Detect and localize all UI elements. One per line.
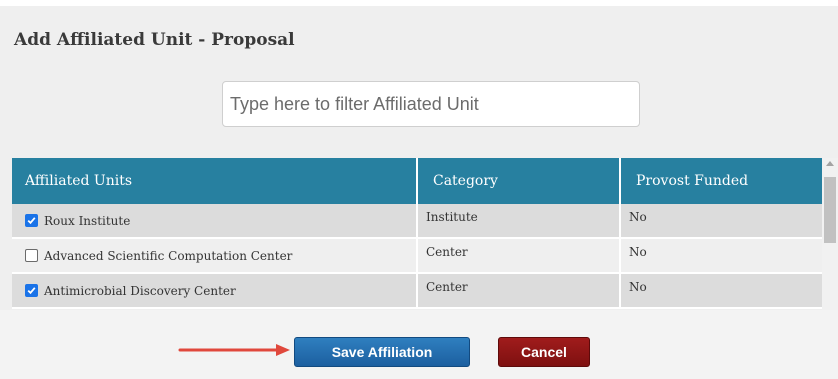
provost-funded-cell: No xyxy=(620,238,822,274)
unit-name: Advanced Scientific Computation Center xyxy=(44,248,293,263)
cancel-button[interactable]: Cancel xyxy=(498,337,590,367)
column-header-provost-funded[interactable]: Provost Funded xyxy=(620,158,822,204)
affiliated-units-table-container: Affiliated Units Category Provost Funded… xyxy=(12,158,822,310)
unit-cell: Antimicrobial Discovery Center xyxy=(12,273,418,309)
table-row[interactable]: Advanced Scientific Computation Center C… xyxy=(12,238,822,274)
affiliated-units-table: Affiliated Units Category Provost Funded… xyxy=(12,158,822,309)
dialog-title: Add Affiliated Unit - Proposal xyxy=(14,30,295,50)
provost-funded-cell: No xyxy=(620,273,822,309)
checkbox-checked-icon[interactable] xyxy=(25,284,38,297)
unit-cell: Advanced Scientific Computation Center xyxy=(12,238,418,274)
column-header-affiliated-units[interactable]: Affiliated Units xyxy=(12,158,418,204)
table-scrollbar[interactable] xyxy=(822,158,838,310)
unit-name: Roux Institute xyxy=(44,213,131,228)
scroll-up-icon[interactable] xyxy=(826,161,834,166)
category-cell: Center xyxy=(417,238,621,274)
provost-funded-cell: No xyxy=(620,204,822,239)
unit-cell: Roux Institute xyxy=(12,204,418,239)
checkbox-unchecked-icon[interactable] xyxy=(25,249,38,262)
scrollbar-thumb[interactable] xyxy=(824,177,836,243)
save-affiliation-button[interactable]: Save Affiliation xyxy=(294,337,470,367)
table-row[interactable]: Antimicrobial Discovery Center Center No xyxy=(12,273,822,309)
category-cell: Institute xyxy=(417,204,621,239)
table-header-row: Affiliated Units Category Provost Funded xyxy=(12,158,822,204)
category-cell: Center xyxy=(417,273,621,309)
checkbox-checked-icon[interactable] xyxy=(25,214,38,227)
annotation-arrow-icon xyxy=(178,344,290,356)
filter-input[interactable] xyxy=(222,81,640,127)
column-header-category[interactable]: Category xyxy=(417,158,621,204)
table-row[interactable]: Roux Institute Institute No xyxy=(12,204,822,239)
unit-name: Antimicrobial Discovery Center xyxy=(44,283,236,298)
